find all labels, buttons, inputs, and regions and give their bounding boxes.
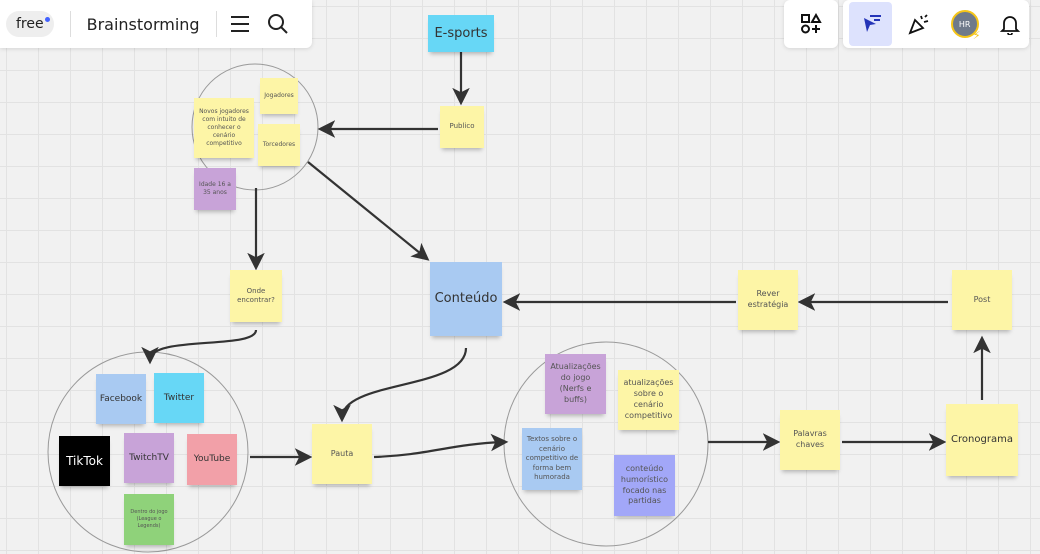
sticky-conteudo-humoristico[interactable]: conteúdo humorístico focado nas partidas <box>614 455 675 516</box>
menu-icon[interactable] <box>221 5 259 43</box>
notifications-bell-icon[interactable] <box>991 5 1029 43</box>
sticky-atualizacoes-jogo[interactable]: Atualizações do jogo (Nerfs e buffs) <box>545 354 606 414</box>
sticky-twitchtv[interactable]: TwitchTV <box>124 433 174 483</box>
sticky-jogadores[interactable]: Jogadores <box>260 78 298 114</box>
search-icon[interactable] <box>259 5 297 43</box>
sticky-dentro-do-jogo[interactable]: Dentro do jogo (League o Legends) <box>124 494 174 545</box>
cursor-filter-icon[interactable] <box>849 2 893 46</box>
sticky-facebook[interactable]: Facebook <box>96 374 146 424</box>
celebrate-icon[interactable] <box>900 5 938 43</box>
sticky-tiktok[interactable]: TikTok <box>59 436 110 486</box>
sticky-onde-encontrar[interactable]: Onde encontrar? <box>230 270 282 322</box>
divider <box>69 11 71 37</box>
plan-badge-label: free <box>16 16 44 32</box>
board-title[interactable]: Brainstorming <box>87 15 200 34</box>
connector[interactable] <box>333 347 468 423</box>
avatar[interactable]: HR ⚡ <box>946 5 984 43</box>
collab-panel: HR ⚡ <box>843 0 1029 48</box>
sticky-textos[interactable]: Textos sobre o cenário competitivo de fo… <box>522 428 582 490</box>
sticky-twitter[interactable]: Twitter <box>154 373 204 423</box>
plan-dot <box>44 17 50 22</box>
sticky-idade[interactable]: Idade 16 a 35 anos <box>194 168 236 210</box>
sticky-torcedores[interactable]: Torcedores <box>258 124 300 166</box>
sticky-publico[interactable]: Publico <box>440 106 484 148</box>
top-left-toolbar: free Brainstorming <box>0 0 312 48</box>
sticky-conteudo[interactable]: Conteúdo <box>430 262 502 336</box>
connector[interactable] <box>141 329 258 365</box>
plan-badge[interactable]: free <box>6 11 54 37</box>
lightning-icon: ⚡ <box>972 29 981 42</box>
sticky-youtube[interactable]: YouTube <box>187 434 237 485</box>
sticky-rever-estrategia[interactable]: Rever estratégia <box>738 270 798 330</box>
sticky-post[interactable]: Post <box>952 270 1012 330</box>
sticky-esports[interactable]: E-sports <box>428 15 494 52</box>
connector[interactable] <box>307 161 430 261</box>
shapes-panel <box>784 0 838 48</box>
connector[interactable] <box>373 433 509 459</box>
sticky-palavras-chaves[interactable]: Palavras chaves <box>780 410 840 470</box>
sticky-cronograma[interactable]: Cronograma <box>946 404 1018 476</box>
shapes-icon[interactable] <box>792 5 830 43</box>
sticky-pauta[interactable]: Pauta <box>312 424 372 484</box>
sticky-atualizacoes-cenario[interactable]: atualizações sobre o cenário competitivo <box>618 370 679 430</box>
divider <box>215 11 217 37</box>
sticky-novos-jogadores[interactable]: Novos jogadores com intuito de conhecer … <box>194 98 254 158</box>
